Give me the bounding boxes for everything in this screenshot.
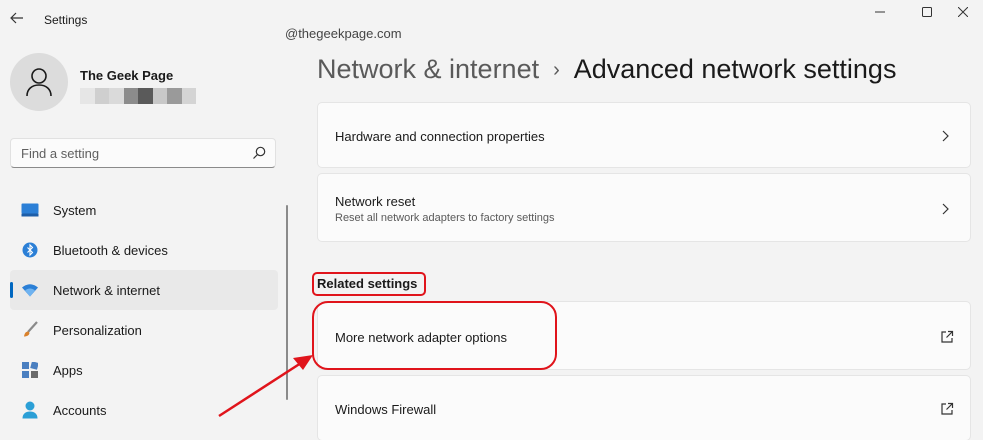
back-arrow-icon bbox=[10, 12, 23, 24]
sidebar-scrollbar[interactable] bbox=[286, 205, 288, 400]
sidebar-item-personalization[interactable]: Personalization bbox=[10, 310, 278, 350]
avatar[interactable] bbox=[10, 53, 68, 111]
search-box[interactable]: Find a setting bbox=[10, 138, 276, 168]
open-external-icon bbox=[941, 402, 954, 415]
person-icon bbox=[20, 400, 40, 420]
related-settings-header: Related settings bbox=[317, 276, 418, 291]
wifi-icon bbox=[20, 280, 40, 300]
windows-firewall-card[interactable]: Windows Firewall bbox=[317, 375, 971, 440]
apps-icon bbox=[20, 360, 40, 380]
sidebar-item-apps[interactable]: Apps bbox=[10, 350, 278, 390]
network-reset-card[interactable]: Network reset Reset all network adapters… bbox=[317, 173, 971, 242]
user-name: The Geek Page bbox=[80, 68, 174, 83]
sidebar-nav: System Bluetooth & devices Network & int… bbox=[10, 190, 278, 430]
card-title: More network adapter options bbox=[335, 330, 507, 345]
chevron-right-icon bbox=[942, 130, 949, 142]
sidebar-item-label: Accounts bbox=[53, 402, 107, 418]
sidebar-item-label: Bluetooth & devices bbox=[53, 242, 168, 258]
breadcrumb-parent[interactable]: Network & internet bbox=[317, 54, 539, 84]
minimize-button[interactable] bbox=[857, 0, 903, 24]
sidebar-item-label: System bbox=[53, 202, 97, 218]
card-title: Windows Firewall bbox=[335, 402, 437, 417]
watermark: @thegeekpage.com bbox=[285, 26, 402, 41]
more-network-adapter-options-card[interactable]: More network adapter options bbox=[317, 301, 971, 370]
bluetooth-icon bbox=[20, 240, 40, 260]
title-bar: Settings bbox=[0, 0, 983, 40]
breadcrumb: Network & internet › Advanced network sett… bbox=[317, 54, 896, 85]
minimize-icon bbox=[875, 11, 885, 13]
open-external-icon bbox=[941, 330, 954, 343]
app-title: Settings bbox=[44, 13, 88, 27]
breadcrumb-separator: › bbox=[553, 59, 560, 81]
hardware-connection-properties-card[interactable]: Hardware and connection properties bbox=[317, 102, 971, 168]
back-button[interactable] bbox=[6, 6, 28, 30]
sidebar-item-label: Apps bbox=[53, 362, 83, 378]
monitor-icon bbox=[20, 200, 40, 220]
maximize-icon bbox=[922, 7, 932, 17]
sidebar-item-accounts[interactable]: Accounts bbox=[10, 390, 278, 430]
sidebar-item-label: Network & internet bbox=[53, 282, 160, 298]
sidebar-item-bluetooth[interactable]: Bluetooth & devices bbox=[10, 230, 278, 270]
search-input[interactable]: Find a setting bbox=[21, 146, 99, 161]
card-title: Hardware and connection properties bbox=[335, 129, 545, 144]
sidebar-item-network[interactable]: Network & internet bbox=[10, 270, 278, 310]
chevron-right-icon bbox=[942, 203, 949, 215]
page-title: Advanced network settings bbox=[573, 54, 897, 84]
sidebar-item-system[interactable]: System bbox=[10, 190, 278, 230]
user-email-redacted bbox=[80, 88, 196, 104]
close-icon bbox=[958, 7, 968, 17]
search-icon[interactable] bbox=[252, 146, 266, 160]
card-subtitle: Reset all network adapters to factory se… bbox=[335, 212, 555, 224]
card-title: Network reset bbox=[335, 194, 416, 209]
sidebar-item-label: Personalization bbox=[53, 322, 142, 338]
person-icon bbox=[26, 68, 52, 97]
close-button[interactable] bbox=[940, 0, 983, 24]
paintbrush-icon bbox=[20, 320, 40, 340]
